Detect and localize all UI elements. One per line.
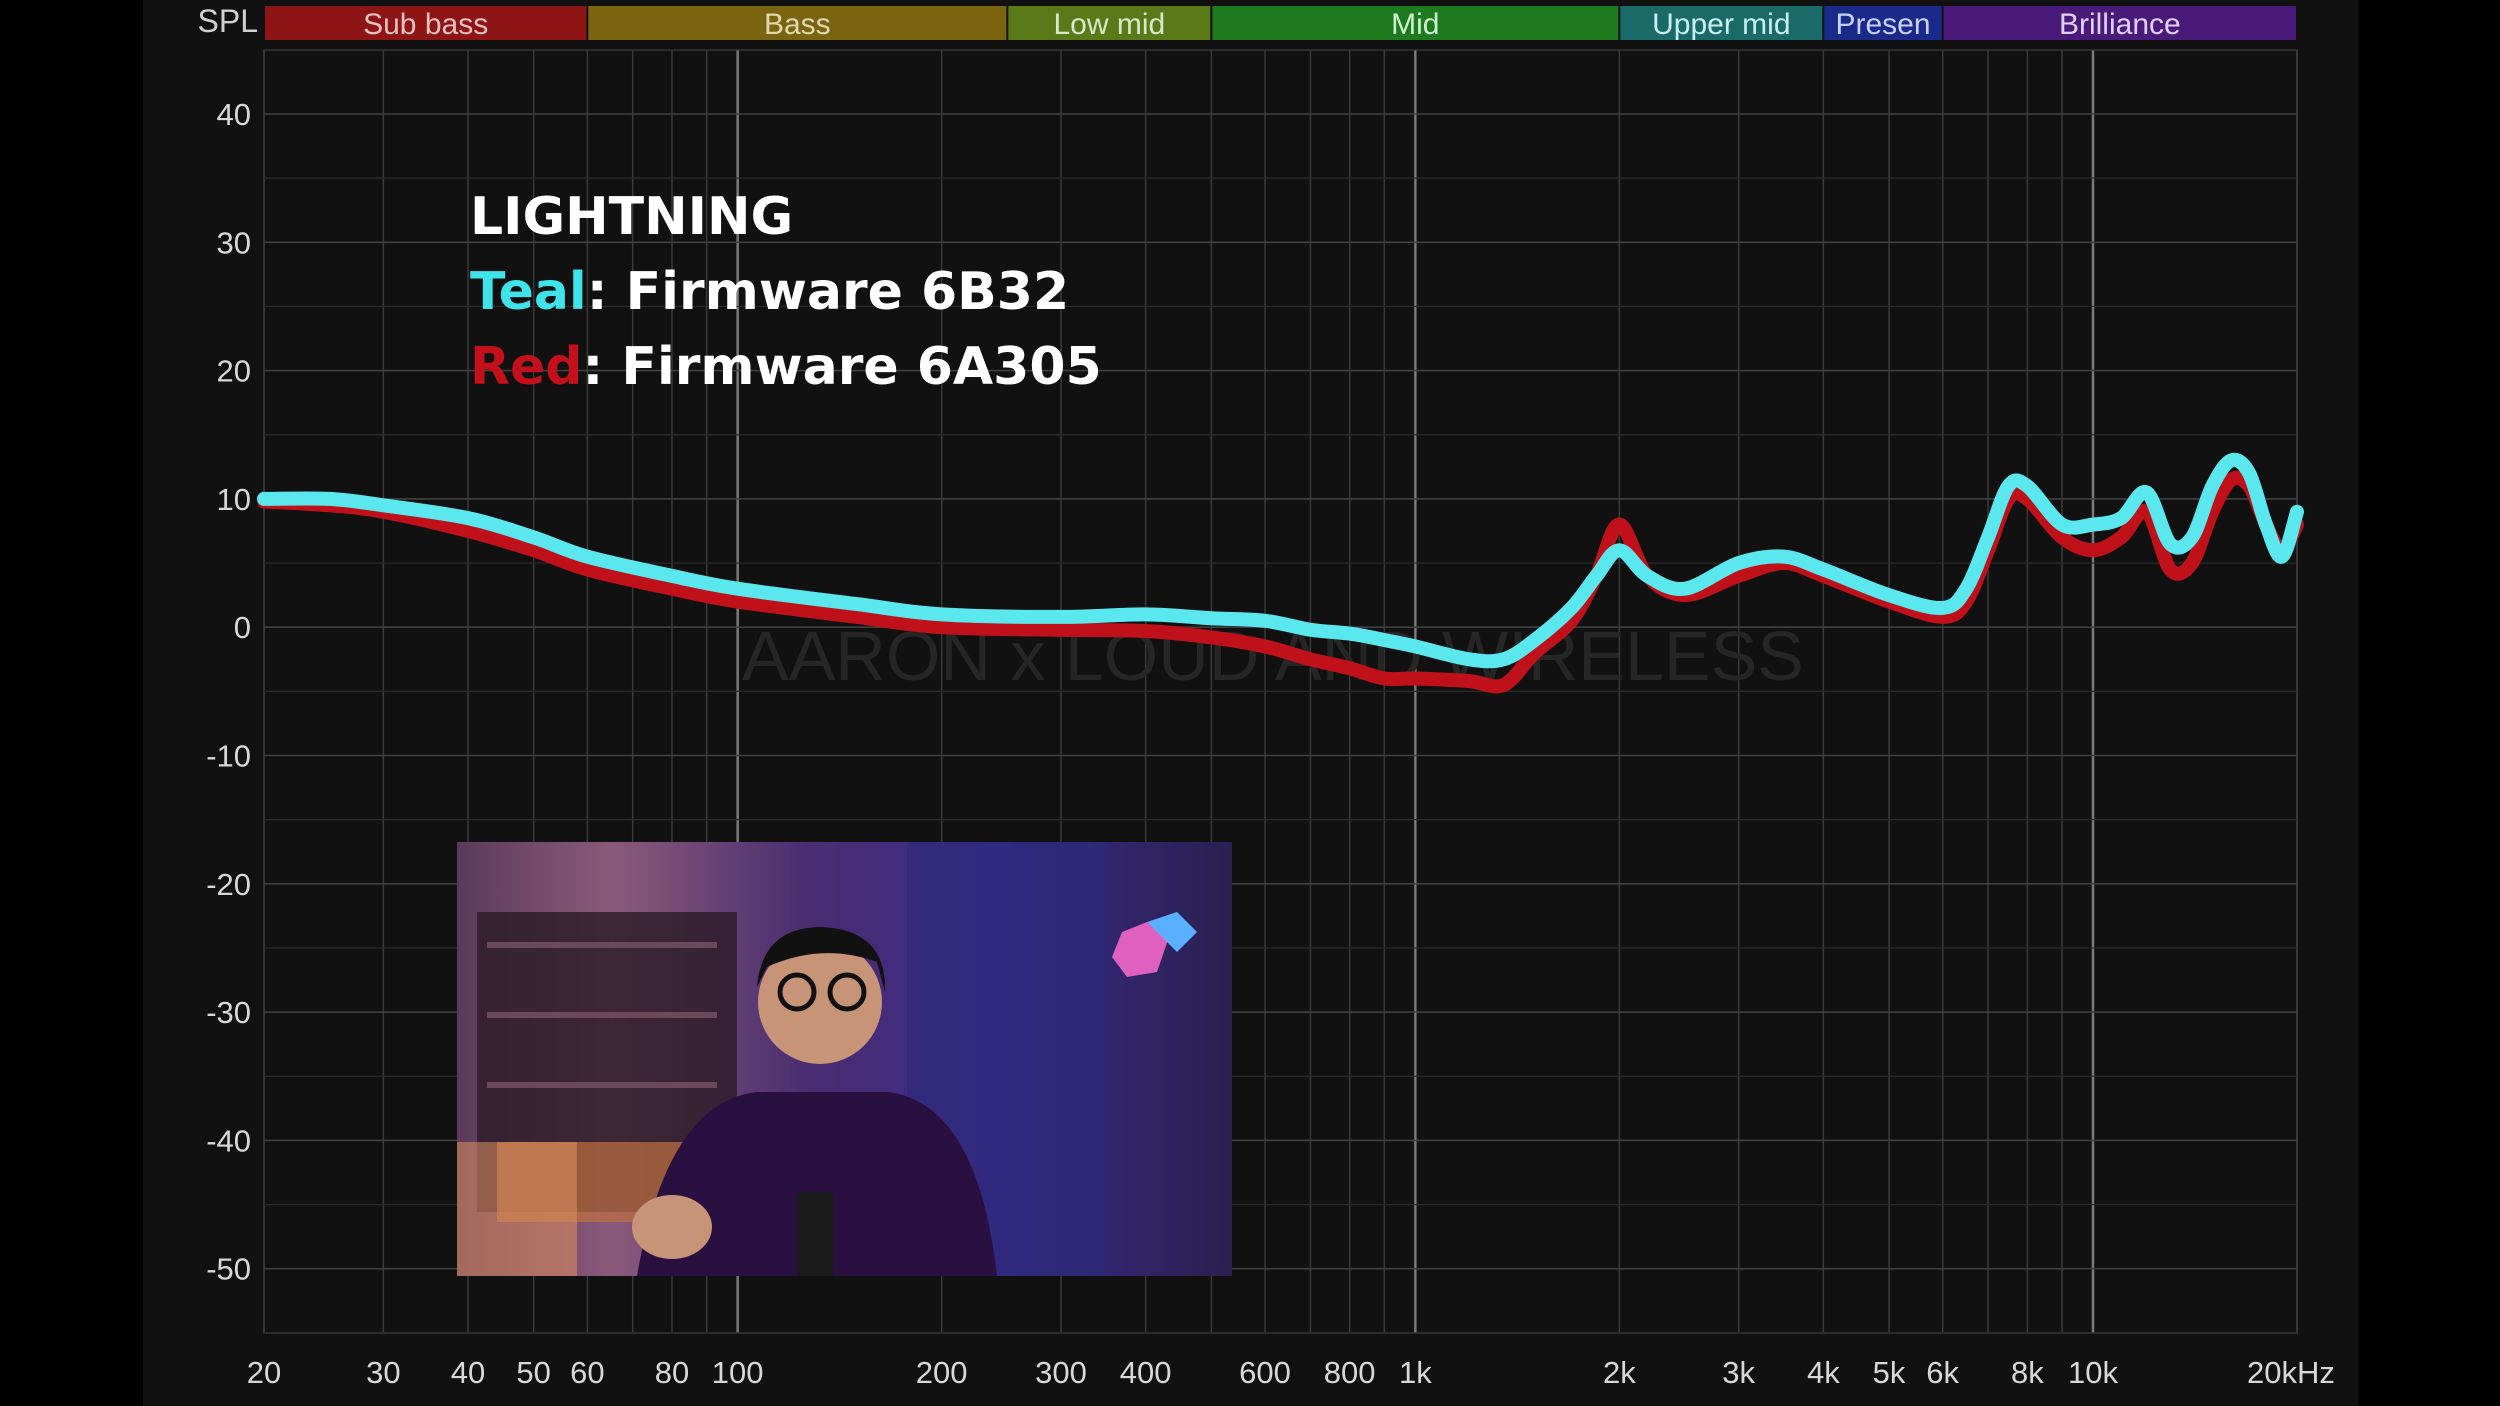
- x-tick-label: 2k: [1603, 1355, 1636, 1390]
- legend-annotation: LIGHTNING Teal: Firmware 6B32 Red: Firmw…: [470, 180, 1102, 405]
- x-tick-label: 6k: [1926, 1355, 1959, 1390]
- y-axis-label: SPL: [198, 3, 258, 39]
- y-tick-label: 0: [234, 610, 251, 645]
- x-tick-label: 20: [247, 1355, 281, 1390]
- y-tick-label: -20: [206, 867, 251, 902]
- y-tick-label: -30: [206, 995, 251, 1030]
- band-label: Upper mid: [1652, 8, 1790, 41]
- legend-red: Red: Firmware 6A305: [470, 330, 1102, 405]
- legend-red-word: Red: [470, 337, 583, 397]
- band-label: Mid: [1391, 8, 1439, 41]
- x-tick-label: 600: [1239, 1355, 1291, 1390]
- band-label: Bass: [764, 8, 831, 41]
- x-tick-label: 1k: [1399, 1355, 1432, 1390]
- y-tick-label: 30: [217, 225, 251, 260]
- x-tick-label: 30: [366, 1355, 400, 1390]
- x-tick-label: 80: [655, 1355, 689, 1390]
- frequency-bands: Sub bass Bass Low mid Mid Upper mid Presen Bri…: [265, 6, 2296, 41]
- y-tick-label: 40: [217, 97, 251, 132]
- band-label: Presen: [1835, 8, 1930, 41]
- x-tick-label: 40: [451, 1355, 485, 1390]
- x-tick-label: 50: [516, 1355, 550, 1390]
- y-tick-label: -40: [206, 1123, 251, 1158]
- y-tick-label: -50: [206, 1252, 251, 1287]
- x-tick-label: 300: [1035, 1355, 1087, 1390]
- legend-teal-text: : Firmware 6B32: [586, 262, 1070, 322]
- y-tick-label: 20: [217, 354, 251, 389]
- band-label: Low mid: [1053, 8, 1165, 41]
- y-tick-label: 10: [217, 482, 251, 517]
- webcam-inset: [457, 842, 1232, 1276]
- x-tick-label: 60: [570, 1355, 604, 1390]
- x-tick-labels: 20 30 40 50 60 80 100 200 300 400 600 800 1k 2k 3k 4k 5k…: [247, 1355, 2335, 1390]
- webcam-scene: [457, 842, 1197, 1276]
- x-tick-label: 5k: [1873, 1355, 1906, 1390]
- legend-teal: Teal: Firmware 6B32: [470, 255, 1102, 330]
- y-tick-label: -10: [206, 739, 251, 774]
- y-tick-labels: 40 30 20 10 0 -10 -20 -30 -40 -50: [206, 97, 251, 1287]
- band-label: Sub bass: [363, 8, 488, 41]
- series-lines: [257, 452, 2304, 694]
- chart-stage: SPL Sub bass Bass Low mid Mid Upper mid Prese…: [143, 0, 2359, 1406]
- x-tick-label: 400: [1120, 1355, 1172, 1390]
- legend-teal-word: Teal: [470, 262, 587, 322]
- x-tick-label: 4k: [1807, 1355, 1840, 1390]
- band-label: Brilliance: [2059, 8, 2181, 41]
- x-tick-label: 800: [1324, 1355, 1376, 1390]
- device-title: LIGHTNING: [470, 187, 794, 247]
- x-tick-label: 3k: [1722, 1355, 1755, 1390]
- x-tick-label: 10k: [2068, 1355, 2118, 1390]
- x-tick-label: 100: [712, 1355, 764, 1390]
- x-tick-label: 200: [916, 1355, 968, 1390]
- x-tick-label: 20kHz: [2247, 1355, 2335, 1390]
- x-tick-label: 8k: [2011, 1355, 2044, 1390]
- legend-red-text: : Firmware 6A305: [582, 337, 1102, 397]
